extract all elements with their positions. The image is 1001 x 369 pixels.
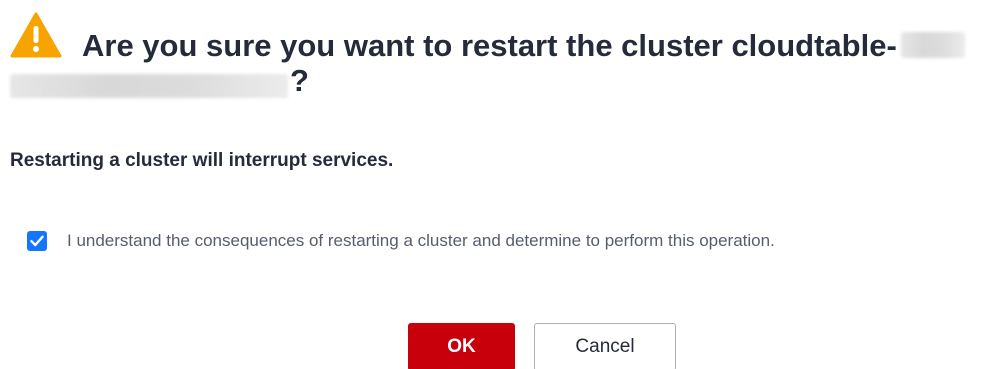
confirm-checkbox[interactable] (27, 231, 47, 251)
dialog-title: Are you sure you want to restart the clu… (82, 28, 965, 64)
dialog-title-text: Are you sure you want to restart the clu… (82, 28, 897, 63)
restart-warning-text: Restarting a cluster will interrupt serv… (10, 150, 394, 171)
warning-icon (10, 12, 62, 58)
ok-button[interactable]: OK (408, 323, 515, 369)
title-question-mark: ? (290, 62, 309, 98)
confirm-row: I understand the consequences of restart… (27, 231, 775, 251)
dialog-title-continued: ? (10, 63, 309, 104)
redacted-cluster-name (900, 31, 965, 58)
restart-cluster-dialog: Are you sure you want to restart the clu… (0, 0, 1001, 369)
redacted-cluster-name-continued (10, 73, 288, 98)
confirm-label[interactable]: I understand the consequences of restart… (67, 231, 775, 251)
checkmark-icon (30, 235, 44, 247)
cancel-button[interactable]: Cancel (534, 323, 676, 369)
